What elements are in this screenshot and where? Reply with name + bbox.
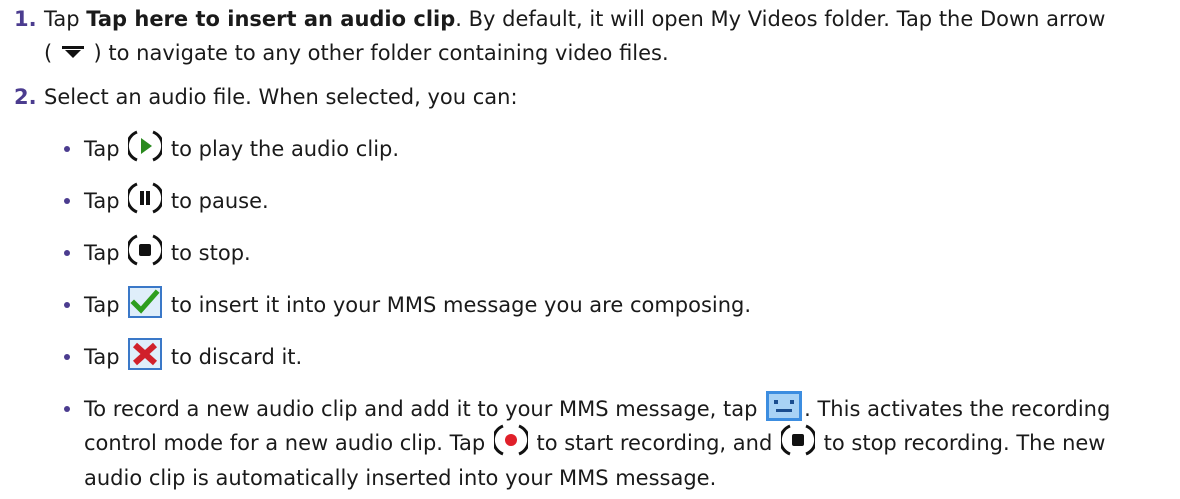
list-item-text: control mode for a new audio clip. Tap [84, 431, 492, 455]
bullet-dot [64, 198, 70, 204]
step-text-part: . By default, it will open My Videos fol… [455, 7, 1106, 31]
step-number: 2. [14, 85, 37, 109]
list-item-text: Tap [84, 137, 127, 161]
bullet-dot [64, 250, 70, 256]
list-item-text: to start recording, and [529, 431, 779, 455]
list-item-text: Tap [84, 293, 127, 317]
list-item-text: audio clip is automatically inserted int… [84, 466, 717, 490]
close-icon [128, 338, 163, 370]
list-item-text: to pause. [164, 189, 269, 213]
list-item-text: to insert it into your MMS message you a… [164, 293, 752, 317]
bullet-dot [64, 354, 70, 360]
voice-recorder-icon [766, 391, 803, 421]
bullet-dot [64, 146, 70, 152]
step-text-part: ) to navigate to any other folder contai… [86, 41, 669, 65]
list-item-text: to stop. [164, 241, 251, 265]
play-icon [128, 129, 163, 163]
step-text-part: Tap [44, 7, 87, 31]
list-item-text: Tap [84, 345, 127, 369]
list-item-text: . This activates the recording [804, 397, 1111, 421]
pause-icon [128, 181, 163, 215]
list-item-text: to play the audio clip. [164, 137, 400, 161]
bullet-dot [64, 406, 70, 412]
step-number: 1. [14, 7, 37, 31]
record-icon [493, 423, 528, 457]
checkmark-icon [128, 286, 163, 318]
down-arrow-icon [61, 45, 85, 59]
list-item-text: To record a new audio clip and add it to… [84, 397, 765, 421]
step-text-part: ( [44, 41, 59, 65]
list-item-text: to stop recording. The new [816, 431, 1106, 455]
step-text: Select an audio file. When selected, you… [44, 85, 518, 109]
step-text: Tap Tap here to insert an audio clip. By… [44, 2, 1170, 70]
list-item-text: Tap [84, 241, 127, 265]
list-item-text: Tap [84, 189, 127, 213]
list-item-text: to discard it. [164, 345, 303, 369]
step-emphasis: Tap here to insert an audio clip [86, 7, 456, 31]
bullet-dot [64, 302, 70, 308]
stop-icon [128, 233, 163, 267]
stop-icon [780, 423, 815, 457]
